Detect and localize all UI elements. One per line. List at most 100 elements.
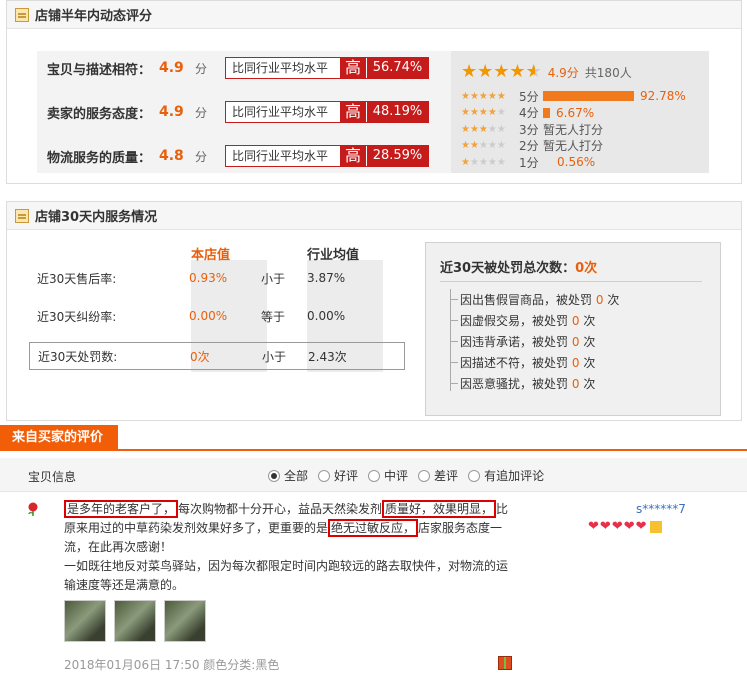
filter-label: 全部	[284, 469, 309, 483]
star-icon: ★	[493, 61, 510, 82]
dsr-label: 卖家的服务态度：	[47, 106, 152, 122]
dsr-compare: 比同行业平均水平 高 48.19%	[225, 101, 429, 123]
review-text-part: 一如既往地反对菜鸟驿站，因为每次都限定时间内跑较远的路去取快件，对物流的运输速度…	[64, 559, 509, 592]
review-photo[interactable]	[64, 600, 106, 642]
penalty-item-unit: 次	[607, 293, 620, 307]
dsr-pct: 56.74%	[366, 58, 428, 78]
review-photo[interactable]	[164, 600, 206, 642]
radio-selected[interactable]	[268, 469, 280, 482]
radio[interactable]	[418, 469, 431, 482]
service-mine: 0次	[190, 349, 210, 364]
filter-good[interactable]: 好评	[318, 467, 358, 484]
service-row: 近30天售后率: 0.93% 小于 3.87%	[17, 264, 397, 292]
reviewer-level: ❤ ❤ ❤ ❤ ❤	[588, 520, 662, 533]
star-icon: ★	[477, 61, 494, 82]
review-item: 是多年的老客户了， 每次购物都十分开心，益品天然染发剂 质量好，效果明显， 比原来用过…	[0, 494, 747, 679]
dsr-level: 高	[340, 146, 366, 166]
penalty-item-unit: 次	[583, 377, 596, 391]
penalty-item-count: 0	[571, 356, 580, 370]
service-panel: 店铺30天内服务情况 本店值 行业均值 近30天售后率: 0.93% 小于 3.…	[6, 201, 742, 421]
col-avg: 行业均值	[307, 248, 360, 263]
col-mine: 本店值	[191, 248, 231, 263]
radio[interactable]	[318, 469, 331, 482]
radio[interactable]	[368, 469, 381, 482]
filter-label: 有追加评论	[484, 469, 545, 483]
service-rel: 小于	[262, 349, 287, 364]
mini-stars-icon: ★★★★★	[461, 156, 506, 168]
summary-stars: ★ ★ ★ ★ ★ 4.9分 共180人	[461, 63, 632, 81]
review-filter-bar: 宝贝信息 全部 好评 中评 差评 有追加评论	[0, 458, 747, 492]
star-icon: ★	[461, 61, 478, 82]
mini-stars-icon: ★★★★★	[461, 140, 506, 151]
service-label: 近30天处罚数:	[38, 349, 118, 364]
vip-icon	[649, 520, 662, 533]
review-photos	[64, 600, 214, 642]
distribution-row: ★★★★★ 1分 0.56%	[461, 154, 595, 170]
distribution-row: ★★★★★ 5分 92.78%	[461, 88, 686, 104]
filter-appended[interactable]: 有追加评论	[468, 467, 544, 484]
service-row-selected[interactable]: 近30天处罚数: 0次 小于 2.43次	[29, 342, 405, 370]
service-avg: 0.00%	[307, 309, 346, 323]
distribution-pct: 92.78%	[640, 89, 686, 103]
reviewer-nick[interactable]: s******7	[636, 502, 686, 516]
summary-count: 共180人	[584, 65, 632, 80]
filter-bad[interactable]: 差评	[418, 467, 458, 484]
highlight: 质量好，效果明显，	[382, 500, 497, 518]
star-icon: ★	[509, 61, 526, 82]
gift-icon[interactable]	[498, 656, 512, 670]
dsr-title: 店铺半年内动态评分	[35, 9, 153, 24]
filter-neutral[interactable]: 中评	[368, 467, 408, 484]
penalty-item: 因出售假冒商品，被处罚 0 次	[449, 291, 620, 308]
dsr-score: 4.8	[159, 148, 184, 164]
mini-stars-icon: ★★★★★	[461, 90, 506, 102]
dsr-compare: 比同行业平均水平 高 28.59%	[225, 145, 429, 167]
penalty-total: 0次	[575, 261, 598, 276]
review-filters: 全部 好评 中评 差评 有追加评论	[268, 467, 554, 484]
service-avg: 3.87%	[307, 271, 346, 285]
shop-icon	[15, 208, 29, 223]
highlight: 绝无过敏反应，	[328, 519, 419, 537]
review-date: 2018年01月06日 17:50 颜色分类:黑色	[64, 658, 280, 672]
dsr-score: 4.9	[159, 104, 184, 120]
penalty-item-text: 因出售假冒商品，被处罚	[460, 293, 593, 307]
heart-icon: ❤	[623, 519, 635, 534]
heart-icon: ❤	[599, 519, 611, 534]
radio[interactable]	[468, 469, 481, 482]
distribution-label: 4分	[519, 106, 539, 120]
penalty-item: 因违背承诺，被处罚 0 次	[449, 333, 595, 350]
dsr-level: 高	[340, 102, 366, 122]
summary-score: 4.9分	[547, 65, 579, 80]
mini-stars-icon: ★★★★★	[461, 123, 506, 135]
dsr-pct: 28.59%	[366, 146, 428, 166]
penalty-item-count: 0	[571, 314, 580, 328]
distribution-row: ★★★★★ 3分 暂无人打分	[461, 121, 603, 137]
dsr-score-box: 宝贝与描述相符： 4.9 分 比同行业平均水平 高 56.74% 卖家的服务态度…	[37, 51, 709, 173]
dsr-panel: 店铺半年内动态评分 宝贝与描述相符： 4.9 分 比同行业平均水平 高 56.7…	[6, 0, 742, 184]
review-photo[interactable]	[114, 600, 156, 642]
service-mine: 0.93%	[189, 271, 228, 285]
penalty-item-text: 因违背承诺，被处罚	[460, 335, 569, 349]
shop-icon	[15, 7, 29, 22]
rating-distribution: ★ ★ ★ ★ ★ 4.9分 共180人 ★★★★★ 5分 92.78% ★★★★★ 4…	[451, 51, 709, 173]
penalty-item: 因恶意骚扰，被处罚 0 次	[449, 375, 596, 392]
tab-buyer-reviews[interactable]: 来自买家的评价	[0, 425, 118, 451]
dsr-row: 宝贝与描述相符： 4.9 分 比同行业平均水平 高 56.74%	[37, 55, 437, 81]
service-row: 近30天纠纷率: 0.00% 等于 0.00%	[17, 302, 397, 330]
distribution-pct: 6.67%	[556, 105, 595, 120]
distribution-none: 暂无人打分	[543, 139, 604, 153]
service-rel: 小于	[261, 271, 286, 286]
review-text-part: 每次购物都十分开心，益品天然染发剂	[178, 502, 383, 516]
service-label: 近30天售后率:	[37, 271, 117, 286]
penalty-title-text: 近30天被处罚总次数：	[440, 261, 576, 276]
filter-all[interactable]: 全部	[268, 467, 308, 484]
dsr-score: 4.9	[159, 60, 184, 76]
distribution-label: 3分	[519, 122, 539, 137]
reviews-tabbar: 来自买家的评价	[0, 425, 747, 451]
penalty-item: 因虚假交易，被处罚 0 次	[449, 312, 595, 329]
service-header: 店铺30天内服务情况	[7, 202, 741, 230]
dsr-label: 宝贝与描述相符：	[47, 62, 152, 78]
service-avg: 2.43次	[308, 349, 347, 364]
penalty-item-count: 0	[571, 377, 580, 391]
heart-icon: ❤	[588, 519, 599, 534]
distribution-row: ★★★★★ 4分 6.67%	[461, 105, 594, 121]
